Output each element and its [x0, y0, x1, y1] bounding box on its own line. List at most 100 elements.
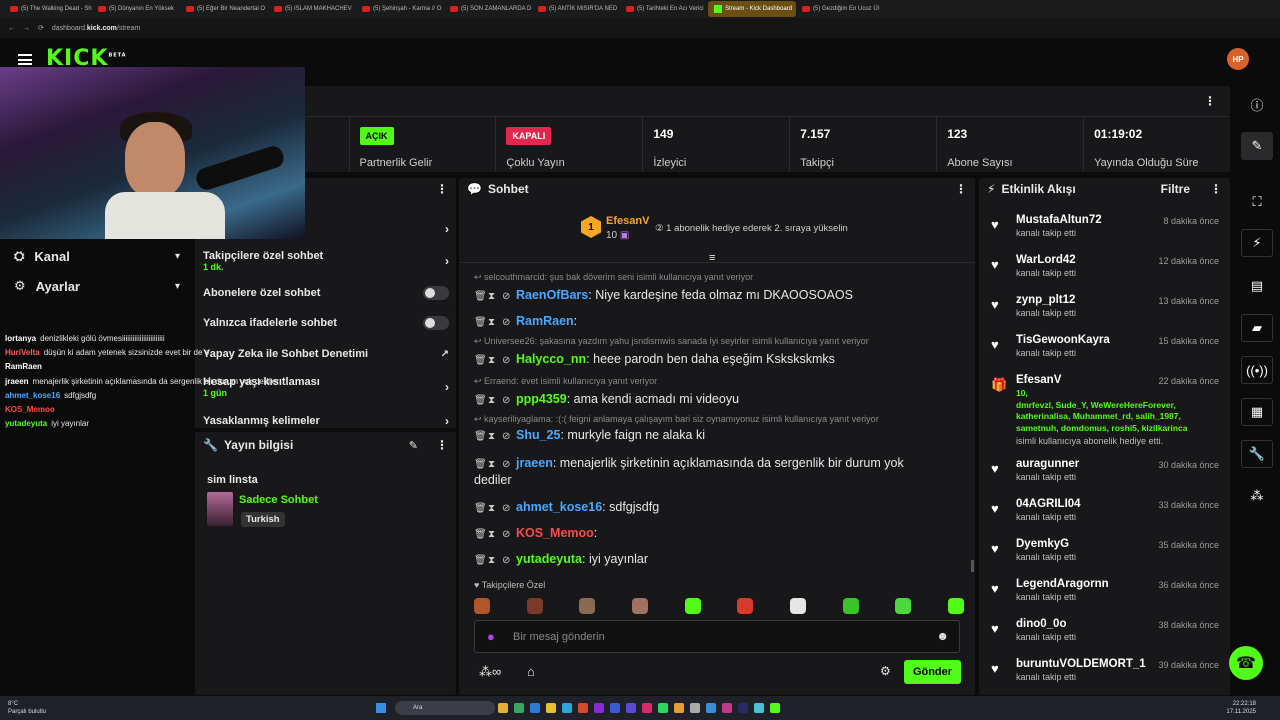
browser-tab[interactable]: (5) SON ZAMANLARDA D [444, 1, 532, 17]
emote-only-toggle[interactable] [423, 316, 449, 330]
kick-app-icon[interactable] [770, 703, 781, 713]
app-icon[interactable] [706, 703, 717, 713]
info-icon[interactable]: ⓘ [1241, 90, 1273, 118]
user-avatar[interactable]: HP [1227, 48, 1249, 70]
browser-tab[interactable]: Stream - Kick Dashboard [708, 1, 796, 17]
chat-username[interactable]: ahmet_kose16 [516, 500, 602, 514]
chat-username[interactable]: RaenOfBars [516, 288, 588, 302]
more-icon[interactable]: ⋮ [436, 438, 448, 452]
timeout-icon[interactable]: ⧗ [488, 314, 497, 332]
browser-tab[interactable]: (5) Gezdiğim En Ucuz Ül [796, 1, 884, 17]
stat-partnerlik[interactable]: AÇIK Partnerlik Gelir [350, 117, 497, 172]
timeout-icon[interactable]: ⧗ [488, 552, 497, 570]
subs-only-toggle[interactable] [423, 286, 449, 300]
feed-item[interactable]: ♥ DyemkyG 35 dakika önce kanalı takip etti [991, 538, 1219, 562]
chat-username[interactable]: Shu_25 [516, 428, 560, 442]
browser-tab[interactable]: (5) Tarihteki En Acı Verici [620, 1, 708, 17]
stat-coklu[interactable]: KAPALI Çoklu Yayın [496, 117, 644, 172]
app-icon[interactable] [626, 703, 637, 713]
address-bar[interactable]: ← → ⟳ dashboard.kick.com/stream [0, 18, 1280, 38]
forward-icon[interactable]: → [23, 25, 30, 32]
chat-message[interactable]: 🗑⧗ ⊘ Shu_25: murkyle faign ne alaka ki [474, 426, 954, 446]
feed-item[interactable]: ♥ auragunner 30 dakika önce kanalı takip et… [991, 458, 1219, 482]
lightning-icon[interactable]: ⚡ [1241, 229, 1273, 257]
folder-icon[interactable] [546, 703, 557, 713]
browser-tab[interactable]: (5) Şehinşah - Karma // O [356, 1, 444, 17]
chat-username[interactable]: ppp4359 [516, 392, 567, 406]
delete-icon[interactable]: 🗑 [474, 552, 487, 570]
emote[interactable] [579, 598, 596, 614]
emote[interactable] [631, 598, 648, 614]
feed-item[interactable]: ♥ dino0_0o 38 dakika önce kanalı takip etti [991, 618, 1219, 642]
feed-item[interactable]: ♥ LegendAragornn 36 dakika önce kanalı taki… [991, 578, 1219, 602]
app-icon[interactable] [594, 703, 605, 713]
emote[interactable] [842, 598, 859, 614]
clock[interactable]: 22:22:18 17.11.2025 [1226, 700, 1256, 716]
back-icon[interactable]: ← [8, 25, 15, 32]
chat-input[interactable]: ● Bir mesaj gönderin ☻ [474, 620, 960, 653]
feed-item[interactable]: ♥ MustafaAltun72 8 dakika önce kanalı takip… [991, 214, 1219, 238]
emote[interactable] [947, 598, 964, 614]
timeout-icon[interactable]: ⧗ [488, 392, 497, 410]
ban-icon[interactable]: ⊘ [502, 428, 511, 446]
timeout-icon[interactable]: ⧗ [488, 500, 497, 518]
nav-ayarlar[interactable]: ⚙ Ayarlar ▾ [14, 278, 180, 294]
reload-icon[interactable]: ⟳ [38, 24, 44, 32]
browser-tab[interactable]: (5) The Walking Dead - Sh [4, 1, 92, 17]
chat-username[interactable]: RamRaen [516, 314, 574, 328]
app-icon[interactable] [562, 703, 573, 713]
emote[interactable] [526, 598, 543, 614]
timeout-icon[interactable]: ⧗ [488, 288, 497, 306]
chat-username[interactable]: jraeen [516, 456, 553, 470]
setting-emote-only[interactable]: Yalnızca ifadelerle sohbet [203, 316, 449, 330]
ban-icon[interactable]: ⊘ [502, 392, 511, 410]
delete-icon[interactable]: 🗑 [474, 500, 487, 518]
timeout-icon[interactable]: ⧗ [488, 352, 497, 370]
browser-tab[interactable]: (5) ANTİK MISIR'DA NED [532, 1, 620, 17]
taskbar-search[interactable]: Ara [395, 701, 496, 715]
send-button[interactable]: Gönder [904, 660, 961, 684]
chat-message[interactable]: 🗑⧗ ⊘ ahmet_kose16: sdfgjsdfg [474, 498, 954, 518]
delete-icon[interactable]: 🗑 [474, 352, 487, 370]
delete-icon[interactable]: 🗑 [474, 392, 487, 410]
app-icon[interactable] [754, 703, 765, 713]
mic-icon[interactable]: ● [487, 629, 495, 644]
more-icon[interactable]: ⋮ [1204, 94, 1216, 108]
more-icon[interactable]: ⋮ [436, 182, 448, 196]
edit-icon[interactable]: ✎ [1241, 132, 1273, 160]
delete-icon[interactable]: 🗑 [474, 428, 487, 446]
delete-icon[interactable]: 🗑 [474, 288, 487, 306]
emote[interactable] [684, 598, 701, 614]
start-icon[interactable] [376, 703, 387, 713]
chat-message[interactable]: 🗑⧗ ⊘ RaenOfBars: Niye kardeşine feda olmaz… [474, 286, 954, 306]
chat-message[interactable]: 🗑⧗ ⊘ ppp4359: ama kendi acmadı mi videoyu [474, 390, 954, 410]
delete-icon[interactable]: 🗑 [474, 526, 487, 544]
ban-icon[interactable]: ⊘ [502, 352, 511, 370]
menu-icon[interactable] [18, 54, 32, 65]
app-icon[interactable] [530, 703, 541, 713]
url-text[interactable]: dashboard.kick.com/stream [52, 25, 140, 32]
edit-icon[interactable]: ✎ [409, 439, 418, 452]
chat-username[interactable]: yutadeyuta [516, 552, 582, 566]
app-icon[interactable] [578, 703, 589, 713]
community-icon[interactable]: ⁂ [1241, 482, 1273, 510]
crop-icon[interactable]: ⛶ [1241, 188, 1273, 216]
chat-message[interactable]: 🗑⧗ ⊘ Halycco_nn: heee parodn ben daha eşeğ… [474, 350, 954, 370]
feed-item[interactable]: ♥ zynp_plt12 13 dakika önce kanalı takip et… [991, 294, 1219, 318]
chat-message[interactable]: 🗑⧗ ⊘ RamRaen: [474, 312, 954, 332]
browser-tab[interactable]: (5) Dünyanın En Yüksek [92, 1, 180, 17]
pinned-user[interactable]: EfesanV [606, 215, 649, 227]
mod-tools-icon[interactable]: ⁂∞ [479, 664, 501, 680]
store-icon[interactable]: ⌂ [527, 664, 535, 679]
feed-item[interactable]: ♥ TisGewoonKayra 15 dakika önce kanalı taki… [991, 334, 1219, 358]
feed-item[interactable]: ♥ buruntuVOLDEMORT_1 39 dakika önce kanalı … [991, 658, 1219, 682]
timeout-icon[interactable]: ⧗ [488, 428, 497, 446]
ban-icon[interactable]: ⊘ [502, 314, 511, 332]
wrench-icon[interactable]: 🔧 [1241, 440, 1273, 468]
spotify-icon[interactable] [658, 703, 669, 713]
feed-item[interactable]: ♥ WarLord42 12 dakika önce kanalı takip ett… [991, 254, 1219, 278]
category-thumbnail[interactable] [207, 492, 233, 526]
emote[interactable] [789, 598, 806, 614]
steam-icon[interactable] [738, 703, 749, 713]
category-link[interactable]: Sadece Sohbet [239, 494, 318, 506]
